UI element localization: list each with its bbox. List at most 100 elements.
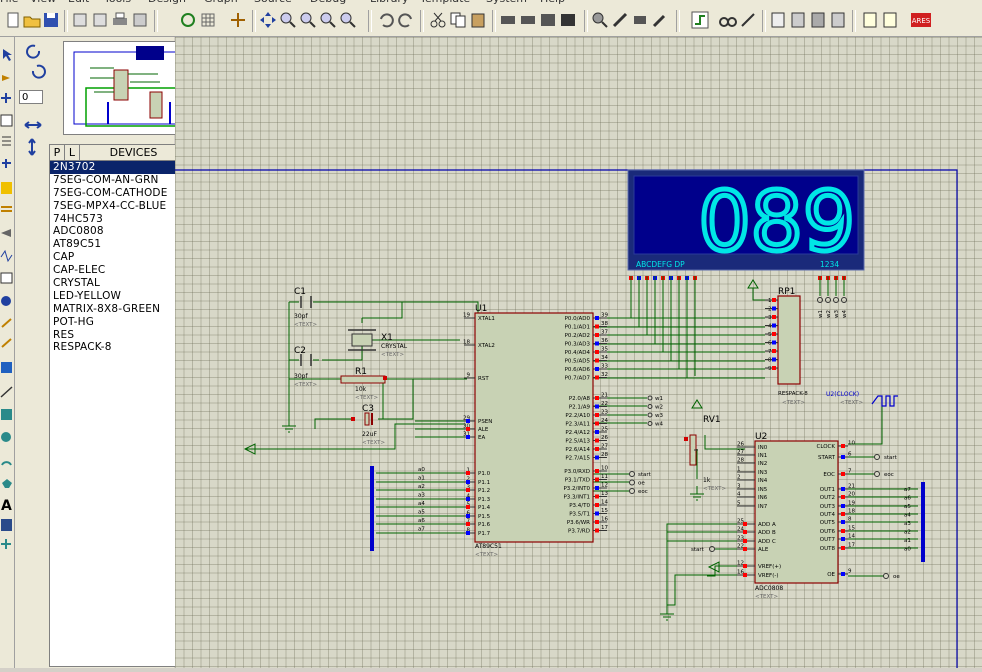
wire-label-icon[interactable]: [0, 114, 13, 127]
print-icon[interactable]: [110, 10, 130, 30]
refresh-icon[interactable]: [178, 10, 198, 30]
zoom-area-icon[interactable]: [338, 10, 358, 30]
device-list-item[interactable]: 74HC573: [50, 213, 187, 226]
undo-icon[interactable]: [376, 10, 396, 30]
package-tool-icon[interactable]: [630, 10, 650, 30]
terminal-icon[interactable]: [1, 206, 12, 212]
menu-graph[interactable]: Graph: [204, 0, 238, 5]
device-list-item[interactable]: RES: [50, 329, 187, 342]
capacitor-c1[interactable]: C1 30pf <TEXT>: [294, 287, 317, 328]
schematic-canvas[interactable]: 089 ABCDEFG DP 1234 C1 30pf <TEXT> C2 30…: [175, 37, 982, 668]
tab-library[interactable]: L: [65, 145, 80, 160]
pick-device-icon[interactable]: [590, 10, 610, 30]
device-list-item[interactable]: 7SEG-MPX4-CC-BLUE: [50, 200, 187, 213]
print-area-icon[interactable]: [130, 10, 150, 30]
menu-source[interactable]: Source: [254, 0, 292, 5]
device-list-item[interactable]: CAP: [50, 251, 187, 264]
paste-icon[interactable]: [468, 10, 488, 30]
remove-sheet-icon[interactable]: [788, 10, 808, 30]
menu-file[interactable]: File: [0, 0, 18, 5]
menu-debug[interactable]: Debug: [310, 0, 346, 5]
box-icon[interactable]: [1, 409, 12, 420]
device-list-item[interactable]: 7SEG-COM-CATHODE: [50, 187, 187, 200]
adc-u2[interactable]: U2 ADC0808 <TEXT> 26 IN0 27 IN1 28 IN2 1 IN3 2 IN…: [737, 432, 855, 600]
device-list-item[interactable]: CRYSTAL: [50, 277, 187, 290]
graph-icon[interactable]: [0, 249, 13, 263]
device-list-item[interactable]: LED-YELLOW: [50, 290, 187, 303]
junction-mode-icon[interactable]: [1, 93, 11, 103]
path-icon[interactable]: [2, 479, 12, 488]
pin-icon[interactable]: [1, 229, 11, 237]
import-icon[interactable]: [70, 10, 90, 30]
grid-toggle-icon[interactable]: [198, 10, 218, 30]
save-icon[interactable]: [41, 10, 61, 30]
subcircuit-icon[interactable]: [1, 182, 12, 194]
capacitor-c2[interactable]: C2 30pf <TEXT>: [294, 346, 317, 388]
instrument-icon[interactable]: [1, 362, 12, 373]
redo-icon[interactable]: [396, 10, 416, 30]
block-rotate-icon[interactable]: [538, 10, 558, 30]
potentiometer-rv1[interactable]: RV1 1k <TEXT>: [684, 415, 726, 492]
block-move-icon[interactable]: [518, 10, 538, 30]
seven-segment-display[interactable]: 089 ABCDEFG DP 1234: [627, 169, 865, 280]
block-delete-icon[interactable]: [558, 10, 578, 30]
device-list[interactable]: 2N3702 7SEG-COM-AN-GRN 7SEG-COM-CATHODE 7SE…: [49, 160, 188, 667]
ares-icon[interactable]: ARES: [910, 10, 932, 30]
current-probe-icon[interactable]: [1, 338, 12, 348]
search-tag-icon[interactable]: [718, 10, 738, 30]
clock-generator[interactable]: U2(CLOCK) <TEXT>: [826, 391, 898, 407]
angle-input[interactable]: 0: [19, 90, 43, 104]
capacitor-c3[interactable]: C3 22uF <TEXT>: [351, 404, 385, 446]
resistor-pack-rp1[interactable]: RP1 RESPACK-8 <TEXT> 1 2 3 4 5 6 7 8 9: [765, 287, 808, 406]
menu-template[interactable]: Template: [420, 0, 470, 5]
wire-autorouter-icon[interactable]: [690, 10, 710, 30]
make-device-icon[interactable]: [610, 10, 630, 30]
new-file-icon[interactable]: [3, 10, 23, 30]
device-list-item[interactable]: ADC0808: [50, 225, 187, 238]
text-icon[interactable]: A: [1, 498, 12, 514]
menu-help[interactable]: Help: [540, 0, 565, 5]
voltage-probe-icon[interactable]: [1, 318, 12, 328]
menu-design[interactable]: Design: [148, 0, 186, 5]
rotate-anticlockwise-icon[interactable]: [31, 64, 46, 79]
menu-library[interactable]: Library: [370, 0, 408, 5]
pan-icon[interactable]: [258, 10, 278, 30]
zoom-in-icon[interactable]: [278, 10, 298, 30]
copy-icon[interactable]: [448, 10, 468, 30]
generator-icon[interactable]: [1, 296, 11, 306]
decompose-icon[interactable]: [650, 10, 670, 30]
menu-view[interactable]: View: [30, 0, 56, 5]
zoom-out-icon[interactable]: [298, 10, 318, 30]
microcontroller-u1[interactable]: U1 AT89C51 <TEXT> 19XTAL118XTAL29RST29PS…: [463, 304, 608, 558]
rotate-clockwise-icon[interactable]: [26, 44, 41, 59]
menu-tools[interactable]: Tools: [104, 0, 131, 5]
crystal-x1[interactable]: X1 CRYSTAL <TEXT>: [348, 329, 408, 358]
property-assignment-icon[interactable]: [738, 10, 758, 30]
cut-icon[interactable]: [428, 10, 448, 30]
exit-to-parent-icon[interactable]: [808, 10, 828, 30]
origin-icon[interactable]: [228, 10, 248, 30]
line-icon[interactable]: [0, 386, 13, 398]
device-list-item[interactable]: RESPACK-8: [50, 341, 187, 354]
component-mode-icon[interactable]: [2, 75, 10, 81]
block-copy-icon[interactable]: [498, 10, 518, 30]
menu-system[interactable]: System: [486, 0, 527, 5]
tab-pick[interactable]: P: [50, 145, 65, 160]
device-list-item[interactable]: CAP-ELEC: [50, 264, 187, 277]
export-icon[interactable]: [90, 10, 110, 30]
selection-mode-icon[interactable]: [3, 49, 12, 61]
device-list-item[interactable]: POT-HG: [50, 316, 187, 329]
resistor-r1[interactable]: R1 10k <TEXT>: [340, 367, 387, 401]
new-sheet-icon[interactable]: [768, 10, 788, 30]
symbol-icon[interactable]: [1, 519, 12, 531]
zoom-all-icon[interactable]: [318, 10, 338, 30]
menu-edit[interactable]: Edit: [68, 0, 89, 5]
tape-icon[interactable]: [0, 272, 13, 284]
device-list-item[interactable]: AT89C51: [50, 238, 187, 251]
open-folder-icon[interactable]: [22, 10, 42, 30]
mirror-y-icon[interactable]: [28, 138, 36, 156]
netlist-icon[interactable]: [880, 10, 900, 30]
overview-window[interactable]: [63, 41, 187, 135]
device-list-item[interactable]: MATRIX-8X8-GREEN: [50, 303, 187, 316]
device-list-item[interactable]: 7SEG-COM-AN-GRN: [50, 174, 187, 187]
